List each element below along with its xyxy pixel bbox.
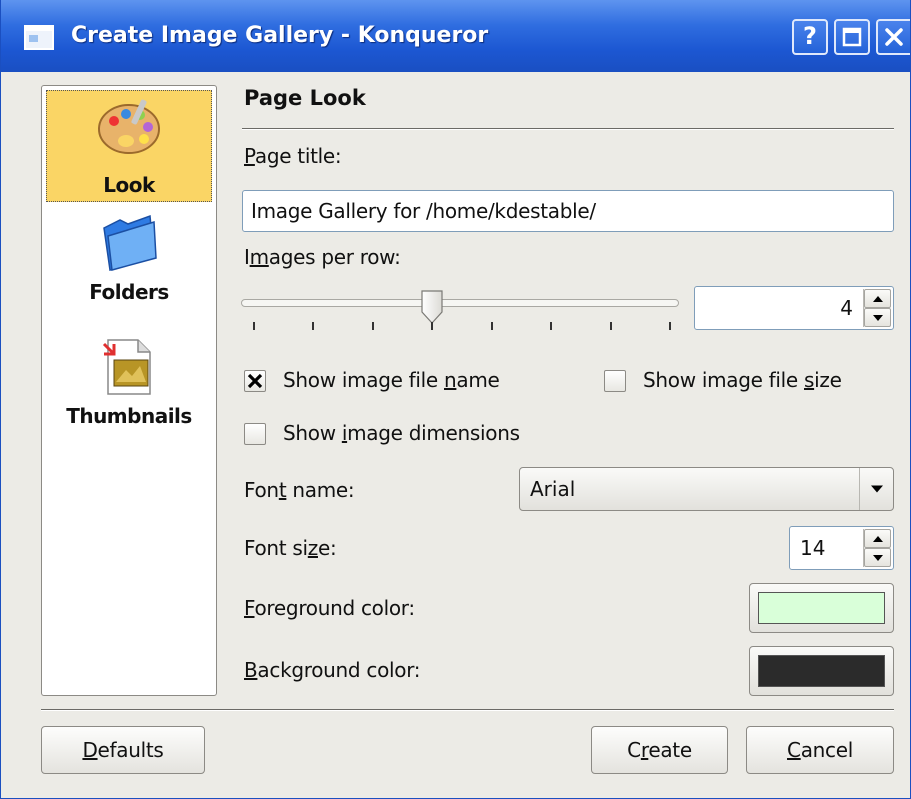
foreground-color-swatch [758, 592, 885, 624]
show-dimensions-label[interactable]: Show image dimensions [283, 421, 520, 445]
sidebar-item-thumbnails[interactable]: Thumbnails [46, 334, 212, 446]
spin-arrows [863, 529, 891, 567]
maximize-button[interactable] [834, 19, 870, 55]
checkmark-x-icon [247, 373, 263, 389]
spin-up-button[interactable] [864, 529, 891, 548]
close-button[interactable] [876, 19, 910, 55]
spin-arrows [863, 289, 891, 327]
background-color-button[interactable] [749, 646, 894, 696]
font-size-spinbox[interactable]: 14 [789, 526, 894, 570]
thumbnails-icon [102, 339, 151, 395]
sidebar-item-look[interactable]: Look [46, 90, 212, 202]
arrow-up-icon [872, 295, 883, 302]
chevron-down-icon [870, 485, 883, 493]
folder-icon [103, 214, 157, 271]
background-color-label: Background color: [244, 658, 421, 682]
help-button[interactable]: ? [792, 19, 828, 55]
sidebar-item-folders[interactable]: Folders [46, 212, 212, 324]
slider-tick [550, 322, 553, 330]
images-per-row-spinbox[interactable]: 4 [694, 286, 894, 330]
background-color-swatch [758, 655, 885, 687]
font-size-label: Font size: [244, 536, 337, 560]
close-icon [885, 28, 903, 46]
sidebar-item-label: Look [103, 173, 155, 197]
font-size-value[interactable]: 14 [800, 527, 825, 569]
images-per-row-slider[interactable] [241, 299, 679, 307]
font-name-value: Arial [530, 477, 576, 501]
page-title-heading: Page Look [244, 86, 366, 110]
slider-handle[interactable] [419, 290, 445, 324]
images-per-row-value[interactable]: 4 [840, 287, 853, 329]
show-file-name-label[interactable]: Show image file name [283, 368, 500, 392]
show-file-name-checkbox[interactable] [244, 370, 266, 392]
show-dimensions-checkbox[interactable] [244, 423, 266, 445]
slider-tick [312, 322, 315, 330]
arrow-down-icon [872, 554, 883, 561]
window-title: Create Image Gallery - Konqueror [71, 23, 489, 48]
slider-tick [609, 322, 612, 330]
section-divider [242, 128, 894, 130]
page-title-input[interactable]: Image Gallery for /home/kdestable/ [242, 190, 894, 232]
slider-tick [490, 322, 493, 330]
arrow-down-icon [872, 314, 883, 321]
foreground-color-button[interactable] [749, 583, 894, 633]
sidebar-item-label: Thumbnails [66, 404, 192, 428]
show-file-size-checkbox[interactable] [604, 370, 626, 392]
dialog-window: Create Image Gallery - Konqueror ? Look … [0, 0, 911, 799]
spin-down-button[interactable] [864, 548, 891, 567]
konqueror-app-icon [24, 25, 54, 50]
font-name-label: Font name: [244, 478, 355, 502]
sidebar-item-label: Folders [89, 280, 169, 304]
defaults-button[interactable]: Defaults [41, 726, 205, 774]
slider-tick [253, 322, 255, 330]
title-bar[interactable]: Create Image Gallery - Konqueror ? [1, 0, 910, 72]
page-list-sidebar: Look Folders Thumbnails [41, 85, 217, 696]
combo-dropdown-button[interactable] [859, 468, 893, 510]
footer-divider [41, 709, 894, 711]
arrow-up-icon [872, 535, 883, 542]
cancel-button[interactable]: Cancel [746, 726, 894, 774]
show-file-size-label[interactable]: Show image file size [643, 368, 842, 392]
create-button[interactable]: Create [591, 726, 728, 774]
font-name-combobox[interactable]: Arial [519, 467, 894, 511]
images-per-row-label: Images per row: [244, 245, 401, 269]
spin-down-button[interactable] [864, 308, 891, 327]
foreground-color-label: Foreground color: [244, 596, 415, 620]
slider-tick [431, 322, 434, 330]
page-title-label: Page title: [244, 144, 342, 168]
spin-up-button[interactable] [864, 289, 891, 308]
slider-tick [669, 322, 671, 330]
slider-tick [371, 322, 374, 330]
palette-icon [98, 99, 160, 154]
maximize-icon [842, 27, 862, 47]
